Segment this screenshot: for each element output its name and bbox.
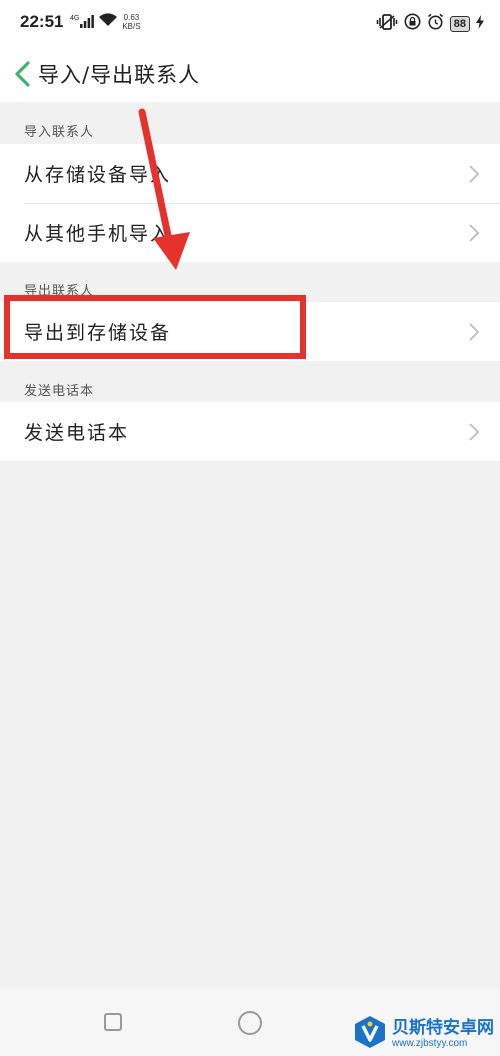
back-arrow-icon[interactable] xyxy=(10,58,36,90)
highlight-box-annotation xyxy=(4,295,306,359)
net-speed: 0.63 KB/S xyxy=(122,13,140,31)
status-time: 22:51 xyxy=(20,12,64,31)
charging-icon xyxy=(476,14,484,33)
net-speed-value: 0.63 xyxy=(123,12,140,22)
import-list: 从存储设备导入 从其他手机导入 xyxy=(0,144,500,262)
network-type-label: 4G xyxy=(70,15,80,22)
chevron-right-icon xyxy=(468,164,480,184)
section-header-import: 导入联系人 xyxy=(24,125,95,140)
list-item-import-from-storage[interactable]: 从存储设备导入 xyxy=(0,144,500,203)
send-list: 发送电话本 xyxy=(0,402,500,461)
battery-indicator: 88 xyxy=(449,15,470,32)
watermark: 贝斯特安卓网 www.zjbstyy.com xyxy=(352,1014,494,1054)
net-speed-unit: KB/S xyxy=(122,21,141,31)
recent-apps-button[interactable] xyxy=(104,1013,122,1031)
title-bar: 导入/导出联系人 xyxy=(0,46,500,102)
home-button[interactable] xyxy=(238,1011,262,1035)
status-bar: 22:51 4G 0.63 KB/S 88 xyxy=(0,0,500,46)
list-item-import-from-other-phone[interactable]: 从其他手机导入 xyxy=(0,203,500,262)
lock-rotation-icon xyxy=(404,13,421,34)
status-left-icons: 4G 0.63 KB/S xyxy=(70,12,141,31)
status-right-icons: 88 xyxy=(376,13,484,34)
vibrate-icon xyxy=(376,13,398,34)
list-item-send-phonebook[interactable]: 发送电话本 xyxy=(0,402,500,461)
watermark-text: 贝斯特安卓网 www.zjbstyy.com xyxy=(392,1018,494,1050)
watermark-name: 贝斯特安卓网 xyxy=(392,1018,494,1038)
watermark-url: www.zjbstyy.com xyxy=(392,1038,468,1049)
wifi-icon xyxy=(98,12,118,31)
page-title: 导入/导出联系人 xyxy=(38,63,201,87)
alarm-icon xyxy=(427,13,444,34)
item-label: 从其他手机导入 xyxy=(24,223,172,245)
chevron-right-icon xyxy=(468,422,480,442)
watermark-logo-icon xyxy=(352,1014,388,1054)
section-header-send: 发送电话本 xyxy=(24,384,95,399)
item-label: 发送电话本 xyxy=(24,422,130,444)
item-label: 从存储设备导入 xyxy=(24,164,172,186)
chevron-right-icon xyxy=(468,322,480,342)
signal-icon: 4G xyxy=(70,15,95,28)
chevron-right-icon xyxy=(468,223,480,243)
